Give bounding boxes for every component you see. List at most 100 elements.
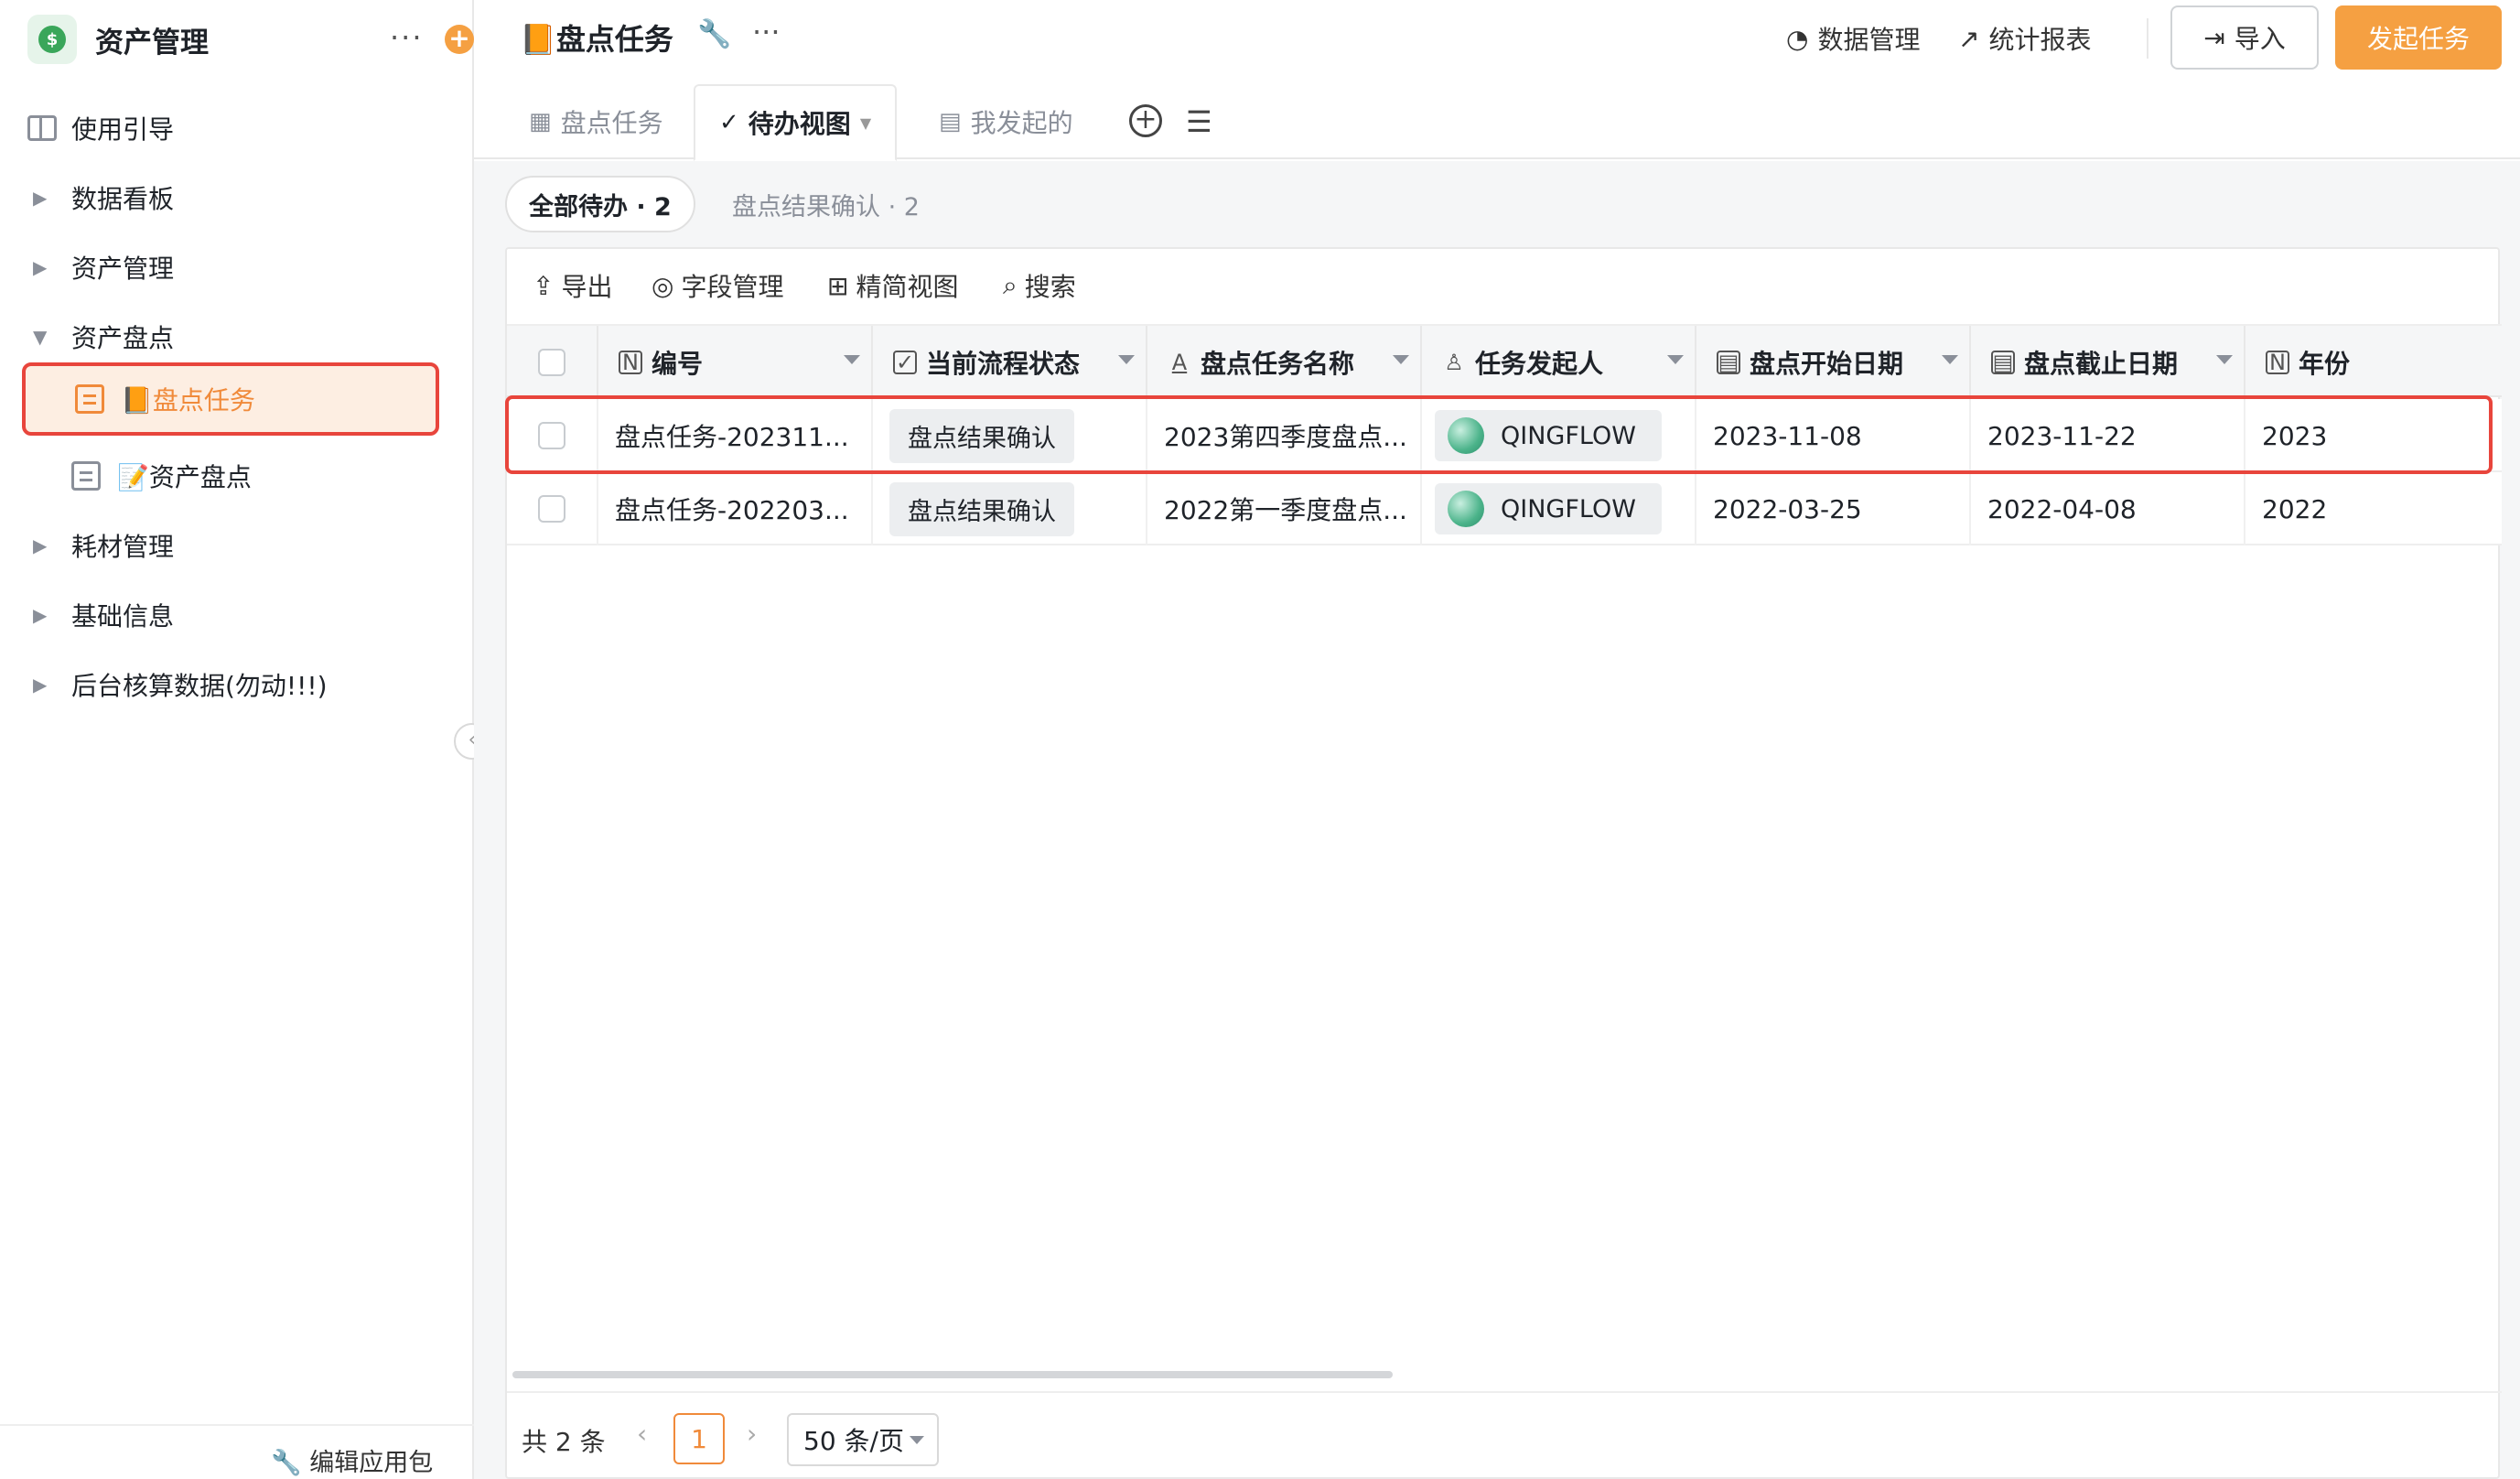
tab-todo-view[interactable]: ✓ 待办视图 ▼ [694, 84, 898, 161]
prev-page-button[interactable]: ‹ [637, 1419, 647, 1449]
chevron-down-icon[interactable] [1393, 355, 1409, 364]
column-label: 年份 [2299, 349, 2351, 379]
caret-right-icon: ▶ [33, 534, 48, 556]
app-title: 资产管理 [95, 26, 209, 59]
sidebar-item-dashboard[interactable]: ▶ 数据看板 [0, 168, 474, 227]
column-header-status[interactable]: ✓ 当前流程状态 [873, 326, 1147, 399]
wrench-icon[interactable]: 🔧 [697, 18, 731, 50]
page-size-select[interactable]: 50 条/页 [787, 1413, 939, 1466]
search-button[interactable]: ⌕ 搜索 [1003, 267, 1076, 304]
table-header: N 编号 ✓ 当前流程状态 A 盘点任务名称 ♙ 任务发起人 ▤ 盘点开始日期 … [507, 324, 2502, 399]
data-management-link[interactable]: ◔ 数据管理 [1786, 20, 1920, 57]
edit-app-package-button[interactable]: 🔧 编辑应用包 [271, 1442, 433, 1478]
chevron-down-icon[interactable] [1667, 355, 1684, 364]
sidebar-item-basic-info[interactable]: ▶ 基础信息 [0, 586, 474, 644]
start-task-button[interactable]: 发起任务 [2335, 5, 2502, 70]
table-toolbar: ⇪ 导出 ◎ 字段管理 ⊞ 精简视图 ⌕ 搜索 [507, 249, 2502, 322]
calendar-icon: ▤ [1991, 350, 2015, 375]
sidebar-item-backend-data[interactable]: ▶ 后台核算数据(勿动!!!) [0, 655, 474, 714]
edit-app-package-label: 编辑应用包 [309, 1449, 434, 1477]
statistics-report-link[interactable]: ↗ 统计报表 [1958, 20, 2091, 57]
number-field-icon: N [2266, 351, 2289, 374]
tab-label: 待办视图 [748, 109, 851, 139]
pagination: 共 2 条 ‹ 1 › 50 条/页 [507, 1391, 2502, 1479]
view-tabs: ▦ 盘点任务 ✓ 待办视图 ▼ ▤ 我发起的 + ☰ [474, 84, 2520, 161]
column-header-id[interactable]: N 编号 [598, 326, 873, 399]
import-button[interactable]: ⇥ 导入 [2170, 5, 2319, 70]
cell-year: 2022 [2262, 493, 2328, 524]
horizontal-scrollbar[interactable] [512, 1371, 1393, 1378]
sidebar-item-inventory-task[interactable]: 📙盘点任务 [22, 362, 439, 436]
page-size-label: 50 条/页 [803, 1426, 904, 1456]
cell-id: 盘点任务-202203... [598, 472, 873, 545]
sidebar-item-asset-count[interactable]: 📝资产盘点 [22, 439, 439, 513]
more-icon[interactable]: ··· [390, 20, 424, 55]
chevron-down-icon[interactable] [844, 355, 860, 364]
column-header-end-date[interactable]: ▤ 盘点截止日期 [1971, 326, 2245, 399]
compact-view-label: 精简视图 [856, 272, 959, 302]
filter-result-confirm[interactable]: 盘点结果确认 · 2 [732, 176, 920, 232]
list-icon[interactable]: ☰ [1186, 104, 1212, 139]
sidebar-header: $ 资产管理 ··· + [27, 15, 474, 64]
statistics-report-label: 统计报表 [1988, 25, 2092, 55]
column-header-start-date[interactable]: ▤ 盘点开始日期 [1696, 326, 1971, 399]
sidebar-item-consumables[interactable]: ▶ 耗材管理 [0, 516, 474, 575]
sidebar-item-guide[interactable]: 使用引导 [0, 99, 474, 157]
table-row[interactable]: 盘点任务-202311... 盘点结果确认 2023第四季度盘点... QING… [507, 399, 2502, 472]
cell-id: 盘点任务-202311... [598, 399, 873, 472]
tab-initiated-by-me[interactable]: ▤ 我发起的 [939, 84, 1073, 159]
column-label: 盘点开始日期 [1750, 349, 1904, 379]
row-checkbox[interactable] [538, 422, 565, 449]
add-view-button[interactable]: + [1129, 104, 1162, 137]
top-bar: 📙盘点任务 🔧 ··· ◔ 数据管理 ↗ 统计报表 ⇥ 导入 发起任务 [474, 0, 2520, 82]
select-all-checkbox[interactable] [538, 349, 565, 376]
sidebar-item-label: 数据看板 [71, 184, 175, 214]
column-label: 编号 [652, 349, 704, 379]
sidebar-footer-divider [0, 1424, 474, 1426]
more-icon[interactable]: ··· [752, 15, 781, 49]
next-page-button[interactable]: › [747, 1419, 757, 1449]
tab-inventory-task[interactable]: ▦ 盘点任务 [529, 84, 663, 159]
chevron-down-icon[interactable] [1942, 355, 1958, 364]
page-number-button[interactable]: 1 [673, 1413, 725, 1464]
column-header-task-name[interactable]: A 盘点任务名称 [1147, 326, 1422, 399]
filter-all-todo[interactable]: 全部待办 · 2 [505, 176, 695, 232]
search-label: 搜索 [1024, 272, 1076, 302]
add-icon[interactable]: + [445, 25, 474, 54]
field-management-label: 字段管理 [681, 272, 784, 302]
cell-task-name: 2023第四季度盘点... [1147, 399, 1422, 472]
chevron-down-icon[interactable] [2216, 355, 2233, 364]
column-label: 盘点任务名称 [1201, 349, 1355, 379]
data-management-label: 数据管理 [1817, 25, 1921, 55]
cell-year: 2023 [2262, 420, 2328, 451]
cell-initiator: QINGFLOW [1422, 399, 1696, 472]
caret-right-icon: ▶ [33, 604, 48, 626]
sidebar-item-asset-inventory[interactable]: ▼ 资产盘点 [0, 308, 474, 366]
sidebar-item-asset-management[interactable]: ▶ 资产管理 [0, 238, 474, 297]
sidebar-item-label: 基础信息 [71, 601, 175, 632]
compact-view-button[interactable]: ⊞ 精简视图 [827, 267, 958, 304]
import-icon: ⇥ [2203, 22, 2225, 53]
column-header-initiator[interactable]: ♙ 任务发起人 [1422, 326, 1696, 399]
select-all-cell [507, 326, 598, 399]
check-circle-icon: ✓ [719, 109, 739, 136]
data-table: ⇪ 导出 ◎ 字段管理 ⊞ 精简视图 ⌕ 搜索 N 编号 ✓ 当前流程状态 A … [505, 247, 2502, 1479]
column-header-year[interactable]: N 年份 [2245, 326, 2502, 399]
column-label: 盘点截止日期 [2024, 349, 2179, 379]
row-checkbox[interactable] [538, 495, 565, 523]
status-badge: 盘点结果确认 [889, 408, 1074, 463]
caret-right-icon: ▶ [33, 256, 48, 278]
sidebar-item-label: 资产管理 [71, 254, 175, 284]
field-management-button[interactable]: ◎ 字段管理 [652, 267, 783, 304]
table-row[interactable]: 盘点任务-202203... 盘点结果确认 2022第一季度盘点... QING… [507, 472, 2502, 545]
app-window: $ 资产管理 ··· + 使用引导 ▶ 数据看板 ▶ 资产管理 ▼ 资产盘点 📙… [0, 0, 2520, 1479]
cell-status: 盘点结果确认 [873, 472, 1147, 545]
grid-icon: ▦ [529, 108, 552, 135]
cell-start-date: 2023-11-08 [1696, 399, 1971, 472]
sidebar-item-label: 📙盘点任务 [121, 385, 255, 416]
user-chip: QINGFLOW [1435, 483, 1662, 534]
document-icon [71, 461, 101, 491]
chevron-down-icon[interactable] [1118, 355, 1135, 364]
export-label: 导出 [561, 272, 613, 302]
export-button[interactable]: ⇪ 导出 [533, 267, 612, 304]
